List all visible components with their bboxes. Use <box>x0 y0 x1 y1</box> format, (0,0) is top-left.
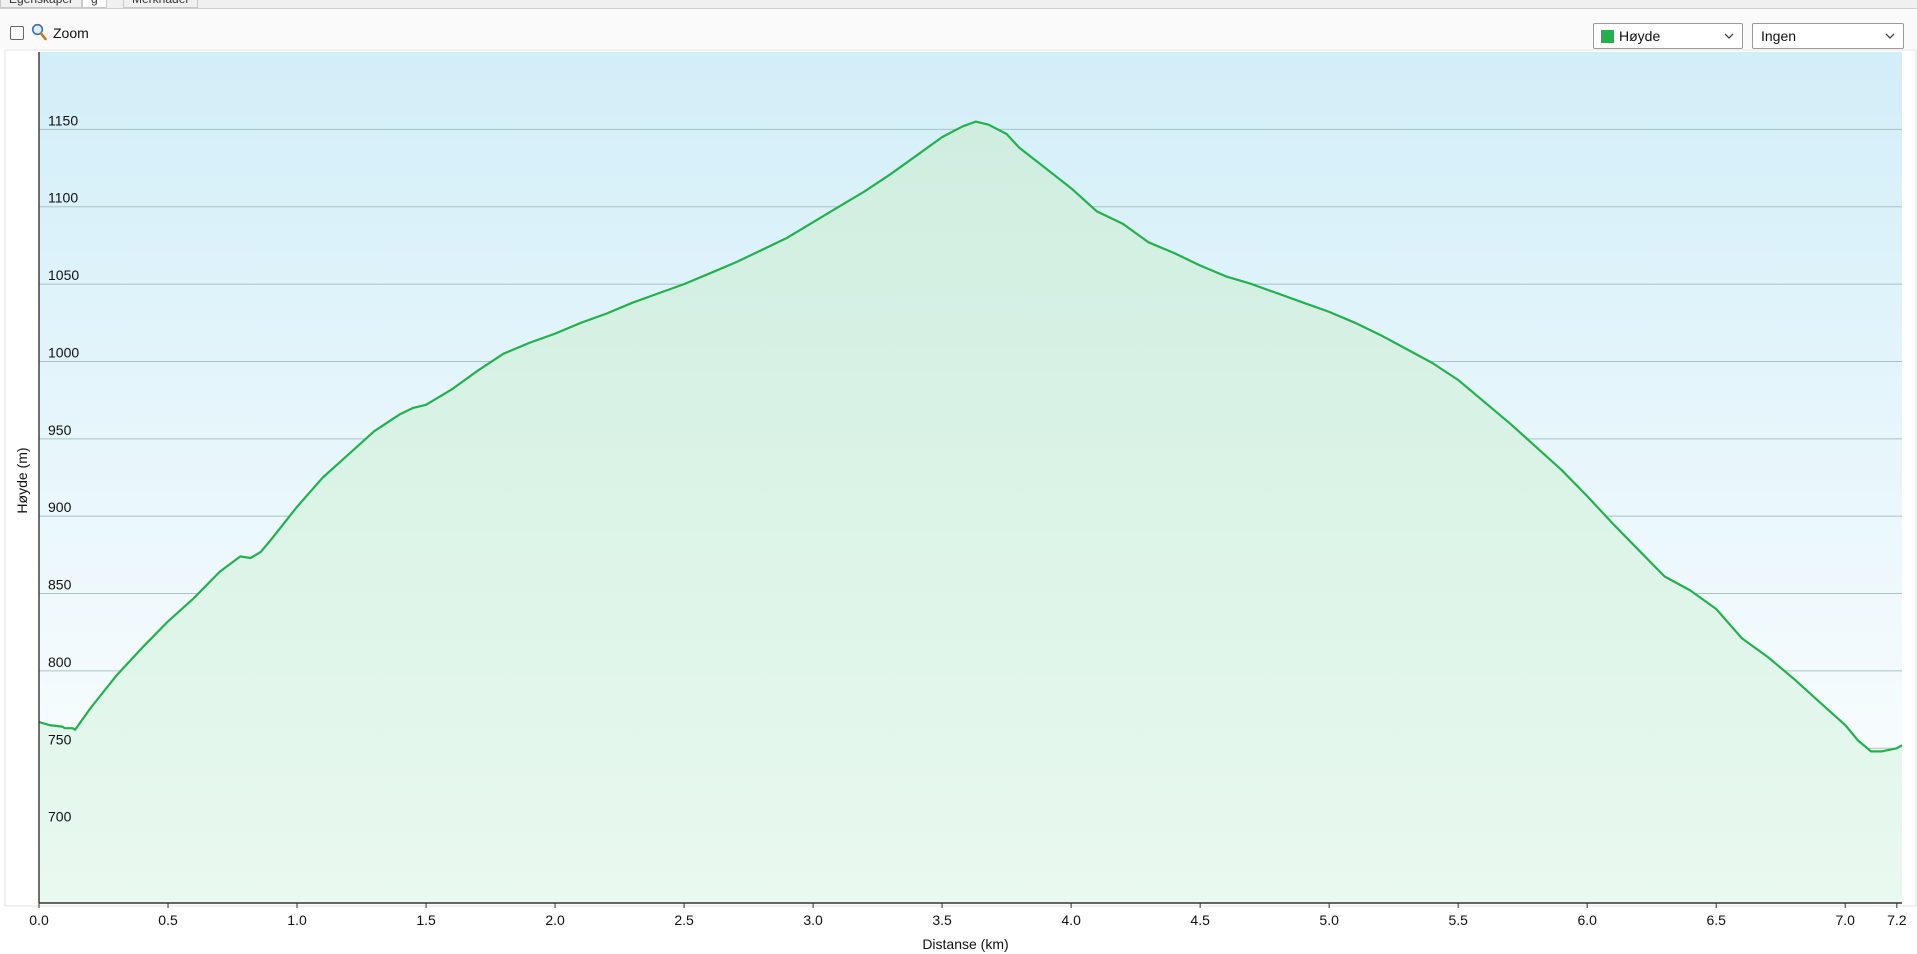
x-tick-label: 1.5 <box>416 912 436 928</box>
x-axis-label: Distanse (km) <box>922 936 1008 952</box>
x-tick-label: 5.5 <box>1448 912 1468 928</box>
x-tick-label: 5.0 <box>1319 912 1339 928</box>
y-tick-label: 1000 <box>48 344 79 360</box>
x-tick-label: 1.0 <box>287 912 307 928</box>
y-axis-label: Høyde (m) <box>14 447 30 513</box>
x-tick-label: 4.0 <box>1061 912 1081 928</box>
x-tick-label: 7.2 <box>1887 912 1907 928</box>
x-tick-label: 3.0 <box>803 912 823 928</box>
x-tick-label: 2.5 <box>674 912 694 928</box>
y-tick-label: 1050 <box>48 267 79 283</box>
y-tick-label: 850 <box>48 577 72 593</box>
x-tick-label: 0.5 <box>158 912 178 928</box>
y-tick-label: 900 <box>48 499 72 515</box>
x-tick-label: 2.0 <box>545 912 565 928</box>
y-tick-label: 1100 <box>48 190 78 206</box>
y-tick-label: 700 <box>48 809 72 825</box>
y-tick-label: 800 <box>48 654 72 670</box>
x-tick-label: 6.5 <box>1706 912 1726 928</box>
elevation-chart[interactable]: 7007508008509009501000105011001150 0.0 0.… <box>0 0 1917 954</box>
y-tick-label: 750 <box>48 731 72 747</box>
y-tick-label: 1150 <box>48 112 78 128</box>
x-axis-ticks: 0.0 0.5 1.0 1.5 2.0 2.5 3.0 3.5 4.0 4.5 5.0 5.5 6.0 6… <box>29 903 1907 928</box>
x-tick-label: 7.0 <box>1835 912 1855 928</box>
x-tick-label: 6.0 <box>1577 912 1597 928</box>
x-tick-label: 3.5 <box>932 912 952 928</box>
x-tick-label: 0.0 <box>29 912 49 928</box>
y-tick-label: 950 <box>48 422 72 438</box>
x-tick-label: 4.5 <box>1190 912 1210 928</box>
